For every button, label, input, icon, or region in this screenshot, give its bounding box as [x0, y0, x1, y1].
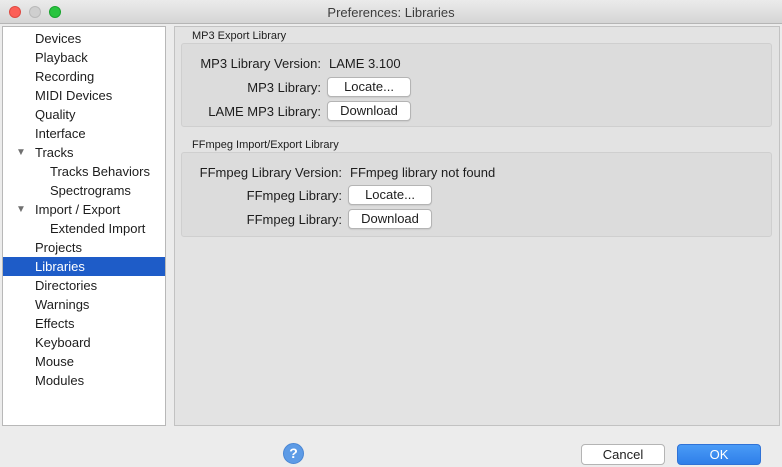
ok-button[interactable]: OK	[677, 444, 761, 465]
sidebar-item-label: Keyboard	[35, 335, 91, 350]
mp3-version-value: LAME 3.100	[329, 56, 401, 71]
ffmpeg-download-button[interactable]: Download	[348, 209, 432, 229]
sidebar-item-label: Modules	[35, 373, 85, 388]
sidebar-item-directories[interactable]: Directories	[3, 276, 165, 295]
mp3-locate-button[interactable]: Locate...	[327, 77, 411, 97]
help-icon[interactable]: ?	[283, 443, 304, 464]
sidebar-item-quality[interactable]: Quality	[3, 105, 165, 124]
preferences-category-tree[interactable]: Devices Playback Recording MIDI Devices Qual…	[2, 26, 166, 426]
ffmpeg-group-title: FFmpeg Import/Export Library	[192, 139, 339, 151]
sidebar-item-label: Warnings	[35, 297, 90, 312]
sidebar-item-label: Import / Export	[35, 202, 121, 217]
sidebar-item-label: Directories	[35, 278, 98, 293]
libraries-panel: MP3 Export Library MP3 Library Version: …	[174, 26, 780, 426]
ffmpeg-version-value: FFmpeg library not found	[350, 165, 496, 180]
sidebar-item-label: Effects	[35, 316, 75, 331]
sidebar-item-label: Projects	[35, 240, 82, 255]
sidebar-item-playback[interactable]: Playback	[3, 48, 165, 67]
sidebar-item-extended-import[interactable]: Extended Import	[3, 219, 165, 238]
sidebar-item-label: Tracks	[35, 145, 74, 160]
sidebar-item-midi-devices[interactable]: MIDI Devices	[3, 86, 165, 105]
cancel-button[interactable]: Cancel	[581, 444, 665, 465]
sidebar-item-label: Devices	[35, 31, 82, 46]
sidebar-item-modules[interactable]: Modules	[3, 371, 165, 390]
ffmpeg-version-label: FFmpeg Library Version:	[199, 165, 342, 180]
ffmpeg-library-label: FFmpeg Library:	[246, 188, 342, 203]
ffmpeg-group-box: FFmpeg Library Version: FFmpeg library n…	[181, 152, 772, 237]
sidebar-item-warnings[interactable]: Warnings	[3, 295, 165, 314]
sidebar-item-label: MIDI Devices	[35, 88, 113, 103]
sidebar-item-spectrograms[interactable]: Spectrograms	[3, 181, 165, 200]
mp3-version-label: MP3 Library Version:	[200, 56, 321, 71]
sidebar-item-tracks[interactable]: ▼ Tracks	[3, 143, 165, 162]
sidebar-item-keyboard[interactable]: Keyboard	[3, 333, 165, 352]
ffmpeg-locate-button[interactable]: Locate...	[348, 185, 432, 205]
sidebar-item-label: Recording	[35, 69, 95, 84]
sidebar-item-interface[interactable]: Interface	[3, 124, 165, 143]
sidebar-item-import-export[interactable]: ▼ Import / Export	[3, 200, 165, 219]
triangle-down-icon[interactable]: ▼	[16, 200, 26, 219]
sidebar-item-effects[interactable]: Effects	[3, 314, 165, 333]
sidebar-item-label: Interface	[35, 126, 86, 141]
lame-library-label: LAME MP3 Library:	[208, 104, 321, 119]
sidebar-item-label: Tracks Behaviors	[50, 164, 150, 179]
triangle-down-icon[interactable]: ▼	[16, 143, 26, 162]
sidebar-item-mouse[interactable]: Mouse	[3, 352, 165, 371]
sidebar-item-label: Quality	[35, 107, 76, 122]
sidebar-item-recording[interactable]: Recording	[3, 67, 165, 86]
sidebar-item-label: Mouse	[35, 354, 75, 369]
mp3-group-box: MP3 Library Version: LAME 3.100 MP3 Libr…	[181, 43, 772, 127]
sidebar-item-projects[interactable]: Projects	[3, 238, 165, 257]
sidebar-item-label: Libraries	[35, 259, 85, 274]
sidebar-item-label: Playback	[35, 50, 88, 65]
sidebar-item-libraries[interactable]: Libraries	[3, 257, 165, 276]
sidebar-item-label: Extended Import	[50, 221, 146, 236]
sidebar-item-devices[interactable]: Devices	[3, 29, 165, 48]
mp3-group-title: MP3 Export Library	[192, 30, 287, 42]
sidebar-item-label: Spectrograms	[50, 183, 131, 198]
window-title: Preferences: Libraries	[327, 5, 455, 20]
window-titlebar: Preferences: Libraries	[0, 0, 782, 24]
lame-download-button[interactable]: Download	[327, 101, 411, 121]
mp3-library-label: MP3 Library:	[247, 80, 321, 95]
ffmpeg-download-label: FFmpeg Library:	[246, 212, 342, 227]
sidebar-item-tracks-behaviors[interactable]: Tracks Behaviors	[3, 162, 165, 181]
